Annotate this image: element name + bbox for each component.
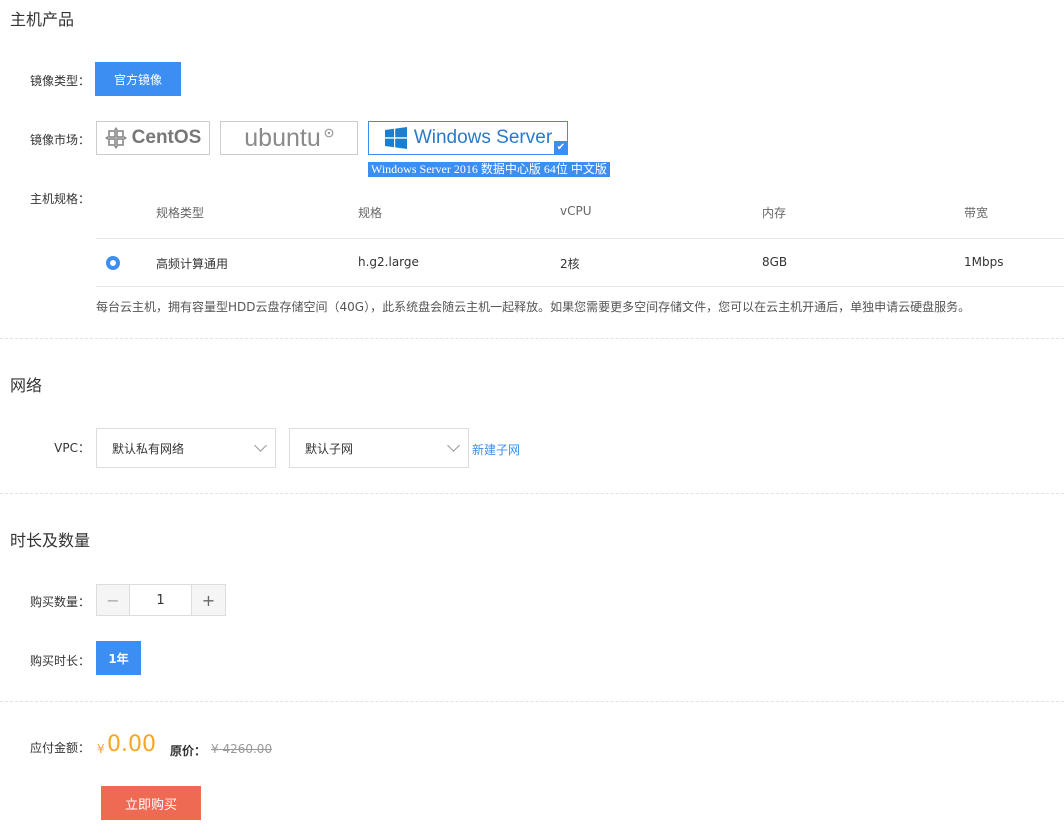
duration-option-1year[interactable]: 1年 bbox=[96, 641, 141, 675]
original-price-label: 原价： bbox=[170, 744, 207, 758]
header-spec-type: 规格类型 bbox=[156, 206, 205, 220]
selected-check-icon: ✔ bbox=[554, 141, 568, 155]
quantity-minus-button[interactable]: − bbox=[96, 584, 130, 616]
ubuntu-logo-icon bbox=[324, 128, 334, 138]
duration-section-title: 时长及数量 bbox=[10, 531, 91, 550]
network-section-title: 网络 bbox=[10, 376, 43, 395]
amount-label: 应付金额： bbox=[29, 741, 90, 755]
host-section-title: 主机产品 bbox=[10, 10, 75, 29]
currency-symbol: ¥ bbox=[97, 742, 105, 756]
official-image-button[interactable]: 官方镜像 bbox=[95, 62, 181, 96]
chevron-down-icon bbox=[447, 439, 460, 452]
storage-note: 每台云主机，拥有容量型HDD云盘存储空间（40G），此系统盘会随云主机一起释放。… bbox=[96, 300, 971, 314]
original-price: ¥ 4260.00 bbox=[211, 742, 273, 756]
host-spec-label: 主机规格： bbox=[29, 192, 90, 206]
subnet-select[interactable]: 默认子网 bbox=[289, 428, 469, 468]
image-market-label: 镜像市场： bbox=[29, 133, 90, 147]
table-divider bbox=[96, 286, 1064, 287]
centos-label: CentOS bbox=[131, 127, 202, 148]
cell-memory: 8GB bbox=[762, 255, 788, 269]
quantity-input[interactable]: 1 bbox=[129, 584, 192, 616]
subnet-select-value: 默认子网 bbox=[305, 441, 354, 456]
selected-image-text: Windows Server 2016 数据中心版 64位 中文版 bbox=[368, 162, 610, 177]
section-divider bbox=[0, 701, 1064, 702]
windows-server-label: Windows Server bbox=[413, 127, 553, 148]
cell-spec: h.g2.large bbox=[358, 255, 419, 269]
cell-bandwidth: 1Mbps bbox=[964, 255, 1004, 269]
cell-vcpu: 2核 bbox=[560, 257, 580, 271]
header-spec: 规格 bbox=[358, 206, 383, 220]
quantity-label: 购买数量： bbox=[29, 595, 90, 609]
image-option-centos[interactable]: CentOS bbox=[96, 121, 210, 155]
section-divider bbox=[0, 338, 1064, 339]
quantity-plus-button[interactable]: + bbox=[191, 584, 226, 616]
centos-logo-icon bbox=[104, 127, 127, 149]
header-bandwidth: 带宽 bbox=[964, 206, 989, 220]
image-option-windows-server[interactable]: Windows Server ✔ bbox=[368, 121, 568, 155]
windows-logo-icon bbox=[384, 126, 408, 150]
vpc-select-value: 默认私有网络 bbox=[112, 441, 185, 456]
image-option-ubuntu[interactable]: ubuntu bbox=[220, 121, 358, 155]
duration-label: 购买时长： bbox=[29, 654, 90, 668]
new-subnet-link[interactable]: 新建子网 bbox=[472, 441, 520, 458]
chevron-down-icon bbox=[254, 439, 267, 452]
vpc-select[interactable]: 默认私有网络 bbox=[96, 428, 276, 468]
header-vcpu: vCPU bbox=[560, 204, 592, 218]
section-divider bbox=[0, 493, 1064, 494]
table-divider bbox=[96, 238, 1064, 239]
spec-radio[interactable] bbox=[106, 256, 120, 270]
cell-spec-type: 高频计算通用 bbox=[156, 257, 229, 271]
payable-amount: 0.00 bbox=[107, 732, 156, 757]
buy-now-button[interactable]: 立即购买 bbox=[101, 786, 201, 820]
image-type-label: 镜像类型： bbox=[29, 74, 90, 88]
selected-pointer bbox=[386, 155, 398, 161]
header-memory: 内存 bbox=[762, 206, 787, 220]
vpc-label: VPC： bbox=[54, 441, 90, 455]
ubuntu-label: ubuntu bbox=[244, 123, 321, 152]
